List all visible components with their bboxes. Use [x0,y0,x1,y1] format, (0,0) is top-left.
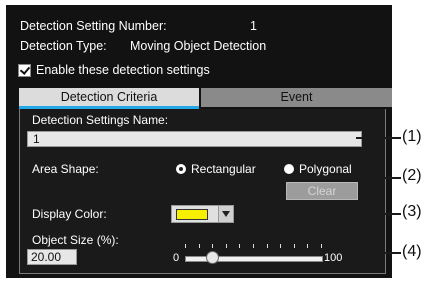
slider-max-label: 100 [324,252,343,264]
setting-number-value: 1 [250,19,257,33]
tab-detection-criteria-label: Detection Criteria [60,90,158,104]
callout-3: (3) [402,203,422,220]
object-size-input[interactable]: 20.00 [27,249,77,265]
slider-tick [321,244,322,248]
settings-name-label: Detection Settings Name: [32,113,169,127]
enable-checkbox[interactable] [18,64,31,77]
slider-tick [267,244,268,248]
slider-tick [226,244,227,248]
callout-line-3 [234,213,401,215]
tab-bar: Detection Criteria Event [19,88,392,110]
object-size-label: Object Size (%): [32,233,119,247]
callout-line-2 [369,177,401,179]
detection-type-value: Moving Object Detection [130,39,267,53]
object-size-slider-thumb[interactable] [206,251,219,264]
enable-label: Enable these detection settings [36,63,210,77]
clear-button[interactable]: Clear [286,182,358,200]
color-select[interactable] [171,205,219,223]
callout-4: (4) [402,243,422,260]
slider-min-label: 0 [173,252,180,264]
callout-line-1 [356,137,401,139]
callout-1: (1) [402,128,422,145]
callout-bracket-2 [359,167,371,193]
radio-polygonal-label: Polygonal [299,162,352,176]
slider-tick [212,244,213,248]
settings-name-input[interactable]: 1 [27,131,362,147]
callout-2: (2) [402,167,422,184]
tab-detection-criteria[interactable]: Detection Criteria [19,88,199,109]
radio-rectangular[interactable] [176,164,186,174]
setting-number-label: Detection Setting Number: [20,19,167,33]
slider-tick [294,244,295,248]
chevron-down-icon[interactable] [218,205,234,223]
radio-rectangular-label: Rectangular [191,162,256,176]
tab-event[interactable]: Event [201,88,392,107]
tab-event-label: Event [280,90,313,104]
slider-tick [307,244,308,248]
area-shape-label: Area Shape: [32,162,99,176]
slider-tick [185,244,186,248]
display-color-label: Display Color: [32,207,107,221]
radio-polygonal[interactable] [284,164,294,174]
callout-line-4 [344,252,401,254]
slider-tick [239,244,240,248]
slider-tick [253,244,254,248]
slider-tick [199,244,200,248]
color-swatch [176,209,208,220]
detection-type-label: Detection Type: [20,39,107,53]
slider-tick [280,244,281,248]
